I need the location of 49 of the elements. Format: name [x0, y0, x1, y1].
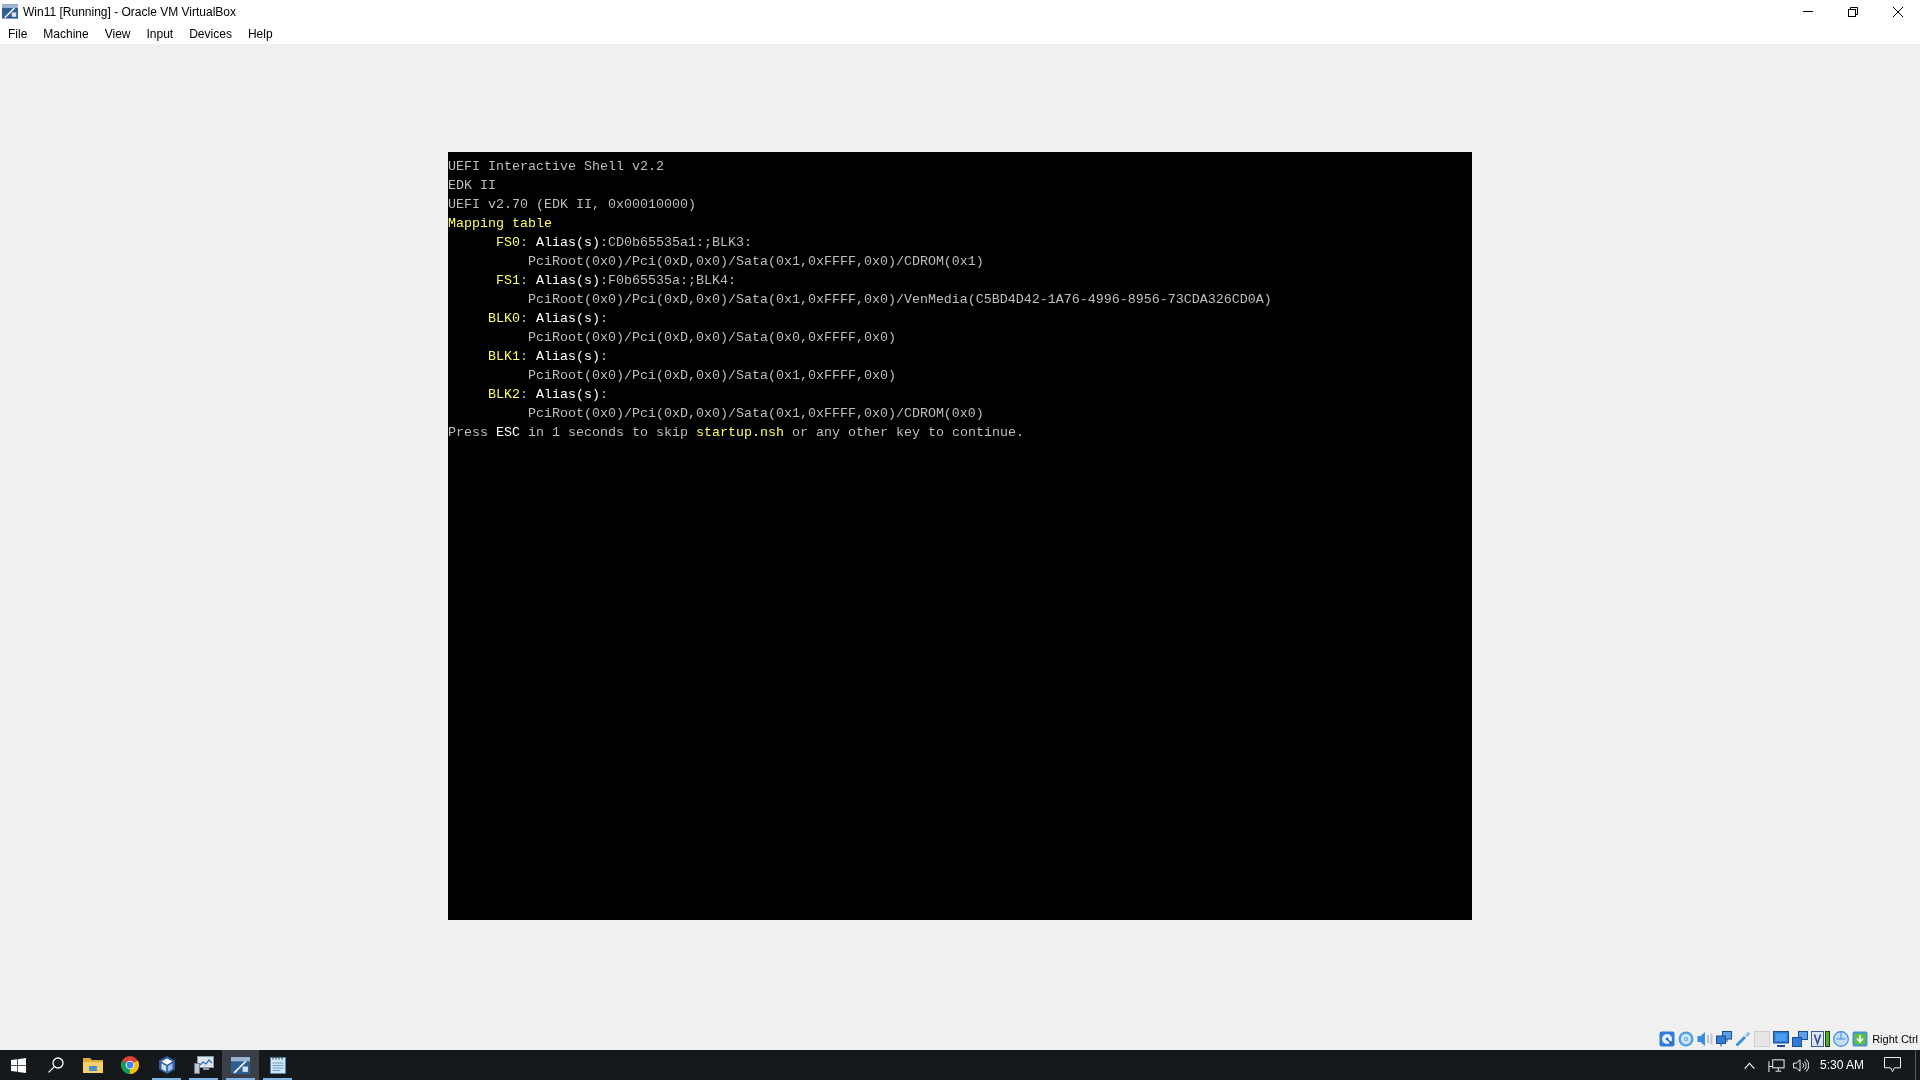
window-title: Win11 [Running] - Oracle VM VirtualBox	[23, 3, 236, 21]
console-line: UEFI Interactive Shell v2.2	[448, 158, 664, 176]
console-line: PciRoot(0x0)/Pci(0xD,0x0)/Sata(0x1,0xFFFF,0x0)/CDROM(0x0)	[527, 405, 984, 423]
chart-monitor-icon	[193, 1056, 214, 1074]
monitor-icon[interactable]	[1773, 1031, 1790, 1047]
speaker-icon[interactable]	[1697, 1031, 1714, 1047]
console-line: PciRoot(0x0)/Pci(0xD,0x0)/Sata(0x1,0xFFFF,0x0)	[527, 367, 896, 385]
menu-item[interactable]: Help	[239, 23, 281, 44]
menu-item[interactable]: Machine	[35, 23, 97, 44]
console-line: BLK2: Alias(s):	[488, 386, 608, 404]
v-chip-icon[interactable]	[1811, 1031, 1831, 1047]
console-line: FS1: Alias(s):F0b65535a:;BLK4:	[496, 272, 736, 290]
console-line: FS0: Alias(s):CD0b65535a1:;BLK3:	[496, 234, 752, 252]
usb-stick-icon[interactable]	[1735, 1031, 1752, 1047]
caret-up-icon[interactable]	[1743, 1061, 1755, 1069]
taskbar-app-button[interactable]	[222, 1050, 259, 1080]
console-line: BLK0: Alias(s):	[488, 310, 608, 328]
console-line: UEFI v2.70 (EDK II, 0x00010000)	[448, 196, 696, 214]
console-line: PciRoot(0x0)/Pci(0xD,0x0)/Sata(0x1,0xFFFF,0x0)/VenMedia(C5BD4D42-1A76-4996-8956-73CDA326CD0A)	[527, 291, 1272, 309]
console-line: BLK1: Alias(s):	[488, 348, 608, 366]
clock[interactable]: 5:30 AM	[1819, 1056, 1864, 1074]
windows-logo-icon	[11, 1057, 26, 1073]
overlapping-windows-icon[interactable]	[1792, 1031, 1809, 1047]
chat-bubble-icon[interactable]	[1884, 1057, 1901, 1073]
cube-icon	[157, 1056, 176, 1074]
menu-item[interactable]: Devices	[181, 23, 240, 44]
console-line: Press ESC in 1 seconds to skip startup.nsh or any other key to continue.	[448, 424, 1024, 442]
network-icon[interactable]	[1716, 1031, 1733, 1047]
console-line: EDK II	[448, 177, 496, 195]
minimize-icon	[1802, 11, 1813, 12]
network-icon[interactable]	[1767, 1057, 1785, 1073]
close-icon	[1892, 6, 1903, 17]
console-line: Mapping table	[448, 215, 552, 233]
menu-item[interactable]: Input	[138, 23, 182, 44]
notepad-icon	[269, 1056, 286, 1074]
vm-window-icon	[231, 1056, 250, 1074]
menu-item[interactable]: File	[0, 23, 36, 44]
restore-icon	[1847, 6, 1858, 17]
console-line: PciRoot(0x0)/Pci(0xD,0x0)/Sata(0x1,0xFFFF,0x0)/CDROM(0x1)	[527, 253, 984, 271]
blank-tile-icon[interactable]	[1754, 1031, 1771, 1047]
search-icon	[47, 1057, 64, 1073]
hard-disk-icon[interactable]	[1659, 1031, 1676, 1047]
down-arrow-icon[interactable]	[1852, 1031, 1869, 1047]
host-key-label: Right Ctrl	[1872, 1031, 1918, 1047]
circle-logo-icon	[120, 1056, 139, 1074]
volume-icon[interactable]	[1792, 1057, 1809, 1073]
menu-item[interactable]: View	[96, 23, 139, 44]
folder-icon	[82, 1057, 103, 1073]
console-line: PciRoot(0x0)/Pci(0xD,0x0)/Sata(0x0,0xFFFF,0x0)	[527, 329, 896, 347]
